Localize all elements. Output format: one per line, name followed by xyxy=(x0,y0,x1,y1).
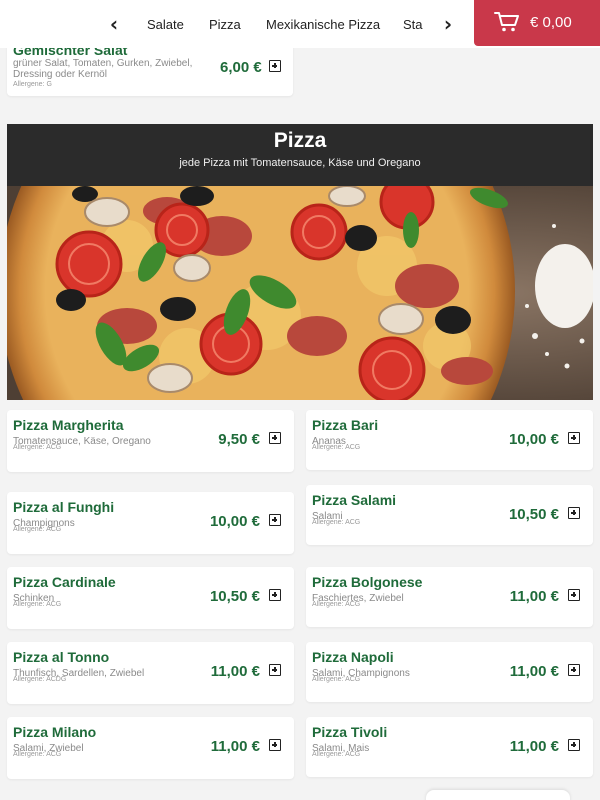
pizza-photo xyxy=(7,186,593,400)
cart-button[interactable]: € 0,00 xyxy=(474,0,600,46)
dish-allergens: Allergene: ACG xyxy=(312,751,361,758)
dish-price: 11,00 € xyxy=(210,738,260,755)
menu-item-card[interactable]: Pizza al Tonno Thunfisch, Sardellen, Zwie… xyxy=(7,642,294,704)
dish-price: 10,50 € xyxy=(209,588,260,605)
menu-item-card[interactable]: Pizza Cardinale Schinken Allergene: ACG 10,… xyxy=(7,567,294,629)
dish-price: 11,00 € xyxy=(210,663,260,680)
dish-allergens: Allergene: ACG xyxy=(13,526,62,533)
add-to-cart-icon[interactable] xyxy=(269,514,281,526)
add-to-cart-icon[interactable] xyxy=(269,664,281,676)
dish-allergens: Allergene: ACG xyxy=(312,444,361,451)
dish-price: 11,00 € xyxy=(509,738,559,755)
menu-item-card[interactable]: Pizza Tivoli Salami, Mais Allergene: ACG 11… xyxy=(306,717,593,777)
dish-price: 10,00 € xyxy=(209,513,260,530)
category-nav: ‹ Salate Pizza Mexikanische Pizza Sta › … xyxy=(0,0,600,48)
nav-category-partial[interactable]: Sta xyxy=(403,17,423,32)
add-to-cart-icon[interactable] xyxy=(568,589,580,601)
menu-item-card[interactable]: Pizza Milano Salami, Zwiebel Allergene: AC… xyxy=(7,717,294,779)
menu-item-card[interactable]: Pizza Salami Salami Allergene: ACG 10,50 € xyxy=(306,485,593,545)
dish-description: grüner Salat, Tomaten, Gurken, Zwiebel, … xyxy=(13,58,193,80)
chevron-right-icon[interactable]: › xyxy=(438,12,458,36)
dish-name: Pizza al Funghi xyxy=(13,499,115,515)
add-to-cart-icon[interactable] xyxy=(568,432,580,444)
dish-allergens: Allergene: ACDG xyxy=(13,676,67,683)
add-to-cart-icon[interactable] xyxy=(568,507,580,519)
menu-item-card[interactable]: Pizza Napoli Salami, Champignons Allergene… xyxy=(306,642,593,702)
dish-allergens: Allergene: ACG xyxy=(13,751,62,758)
dish-name: Pizza Cardinale xyxy=(13,574,116,590)
menu-item-card[interactable]: Pizza Bari Ananas Allergene: ACG 10,00 € xyxy=(306,410,593,470)
nav-category-pizza[interactable]: Pizza xyxy=(209,17,241,32)
cart-icon xyxy=(494,12,519,32)
section-header: Pizza jede Pizza mit Tomatensauce, Käse … xyxy=(7,124,593,186)
dish-price: 9,50 € xyxy=(218,431,260,448)
dish-name: Pizza Bolgonese xyxy=(312,574,423,590)
section-subtitle: jede Pizza mit Tomatensauce, Käse und Or… xyxy=(179,157,421,169)
dish-name: Pizza Bari xyxy=(312,417,379,433)
dish-allergens: Allergene: ACG xyxy=(13,601,62,608)
chevron-left-icon[interactable]: ‹ xyxy=(104,12,124,36)
add-to-cart-icon[interactable] xyxy=(269,60,281,72)
dish-allergens: Allergene: ACG xyxy=(312,601,361,608)
dish-name: Pizza Salami xyxy=(312,492,397,508)
section-title: Pizza xyxy=(273,129,327,152)
dish-price: 11,00 € xyxy=(509,663,559,680)
menu-item-card[interactable]: Pizza Margherita Tomatensauce, Käse, Oreg… xyxy=(7,410,294,472)
add-to-cart-icon[interactable] xyxy=(269,739,281,751)
add-to-cart-icon[interactable] xyxy=(269,589,281,601)
nav-category-mexikanische-pizza[interactable]: Mexikanische Pizza xyxy=(266,17,380,32)
dish-price: 10,50 € xyxy=(508,506,559,523)
bottom-panel-tab[interactable] xyxy=(426,790,570,800)
dish-allergens: Allergene: G xyxy=(13,81,52,88)
dish-name: Pizza al Tonno xyxy=(13,649,110,665)
dish-price: 6,00 € xyxy=(220,59,262,76)
dish-allergens: Allergene: ACG xyxy=(13,444,62,451)
dish-price: 10,00 € xyxy=(508,431,559,448)
cart-total: € 0,00 xyxy=(530,14,572,31)
dish-name: Pizza Margherita xyxy=(13,417,124,433)
dish-allergens: Allergene: ACG xyxy=(312,519,361,526)
add-to-cart-icon[interactable] xyxy=(568,664,580,676)
nav-category-salate[interactable]: Salate xyxy=(147,17,184,32)
dish-allergens: Allergene: ACG xyxy=(312,676,361,683)
add-to-cart-icon[interactable] xyxy=(568,739,580,751)
add-to-cart-icon[interactable] xyxy=(269,432,281,444)
menu-item-card[interactable]: Pizza al Funghi Champignons Allergene: ACG… xyxy=(7,492,294,554)
dish-name: Pizza Napoli xyxy=(312,649,394,665)
dish-price: 11,00 € xyxy=(509,588,559,605)
dish-name: Pizza Milano xyxy=(13,724,97,740)
menu-item-card[interactable]: Pizza Bolgonese Faschiertes, Zwiebel Aller… xyxy=(306,567,593,627)
dish-name: Pizza Tivoli xyxy=(312,724,388,740)
